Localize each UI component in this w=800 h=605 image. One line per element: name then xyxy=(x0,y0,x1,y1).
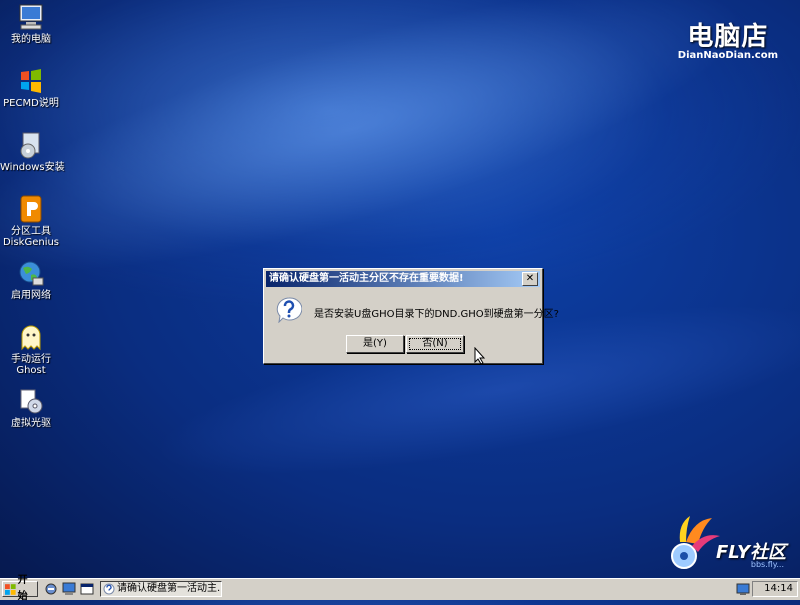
desktop-icon-windows-install[interactable]: Windows安装 xyxy=(0,130,65,173)
desktop-icon-network[interactable]: 启用网络 xyxy=(0,258,62,301)
brand-name: 电脑店 xyxy=(687,22,769,52)
quicklaunch-computer-icon[interactable] xyxy=(62,582,76,596)
desktop-icon-label: 手动运行 xyxy=(11,354,51,365)
system-tray-clock[interactable]: 14:14 xyxy=(752,581,798,597)
close-button[interactable]: ✕ xyxy=(522,272,538,286)
brand-logo: 电脑店 DianNaoDian.com xyxy=(678,16,778,61)
globe-icon xyxy=(16,258,46,288)
desktop-icon-virtual-drive[interactable]: 虚拟光驱 xyxy=(0,386,62,429)
dialog-message: 是否安装U盘GHO目录下的DND.GHO到硬盘第一分区? xyxy=(314,309,559,320)
tray-network-icon[interactable] xyxy=(736,582,750,596)
close-icon: ✕ xyxy=(525,273,535,284)
question-icon xyxy=(103,583,115,595)
brand-domain: DianNaoDian.com xyxy=(677,50,778,61)
desktop-icon-pecmd[interactable]: PECMD说明 xyxy=(0,66,62,109)
start-label: 开始 xyxy=(17,575,28,602)
desktop-icon-ghost[interactable]: 手动运行 Ghost xyxy=(0,322,62,376)
desktop-icon-label: Windows安装 xyxy=(0,162,65,173)
desktop-icon-label: 分区工具 xyxy=(11,226,51,237)
clock: 14:14 xyxy=(764,583,793,594)
ghost-icon xyxy=(16,322,46,352)
diskgenius-icon xyxy=(16,194,46,224)
yes-button[interactable]: 是(Y) xyxy=(346,335,404,353)
windows-flag-icon xyxy=(16,66,46,96)
desktop-icon-label: 我的电脑 xyxy=(11,34,51,45)
fly-logo-icon xyxy=(671,516,720,569)
dialog-title: 请确认硬盘第一活动主分区不存在重要数据! xyxy=(269,273,464,284)
computer-icon xyxy=(16,2,46,32)
virtual-drive-icon xyxy=(16,386,46,416)
quicklaunch-tool-icon[interactable] xyxy=(44,582,58,596)
confirm-dialog: 请确认硬盘第一活动主分区不存在重要数据! ✕ 是否安装U盘GHO目录下的DND.… xyxy=(263,268,559,364)
desktop-icon-diskgenius[interactable]: 分区工具 DiskGenius xyxy=(0,194,62,248)
taskbar: 开始 请确认硬盘第一活动主... 14:14 xyxy=(0,575,800,602)
desktop-icon-label-line2: DiskGenius xyxy=(2,237,60,248)
no-button[interactable]: 否(N) xyxy=(406,335,464,353)
taskbar-item-label: 请确认硬盘第一活动主... xyxy=(117,583,222,594)
taskbar-item-dialog[interactable]: 请确认硬盘第一活动主... xyxy=(100,581,222,597)
desktop-icon-label: PECMD说明 xyxy=(3,98,59,109)
dialog-titlebar[interactable]: 请确认硬盘第一活动主分区不存在重要数据! ✕ xyxy=(266,271,540,287)
start-button[interactable]: 开始 xyxy=(2,575,38,602)
quicklaunch-window-icon[interactable] xyxy=(80,582,94,596)
desktop-icon-label-line2: Ghost xyxy=(16,365,46,376)
desktop-icon-label: 启用网络 xyxy=(11,290,51,301)
installer-icon xyxy=(16,130,46,160)
windows-logo-icon xyxy=(5,583,16,595)
fly-watermark: FLY社区 bbs.fly... xyxy=(662,508,792,578)
fly-subtext: bbs.fly... xyxy=(750,560,784,569)
desktop-icon-label: 虚拟光驱 xyxy=(11,418,51,429)
desktop-icon-my-computer[interactable]: 我的电脑 xyxy=(0,2,62,45)
question-icon xyxy=(276,297,302,323)
mouse-cursor-icon xyxy=(474,347,486,365)
